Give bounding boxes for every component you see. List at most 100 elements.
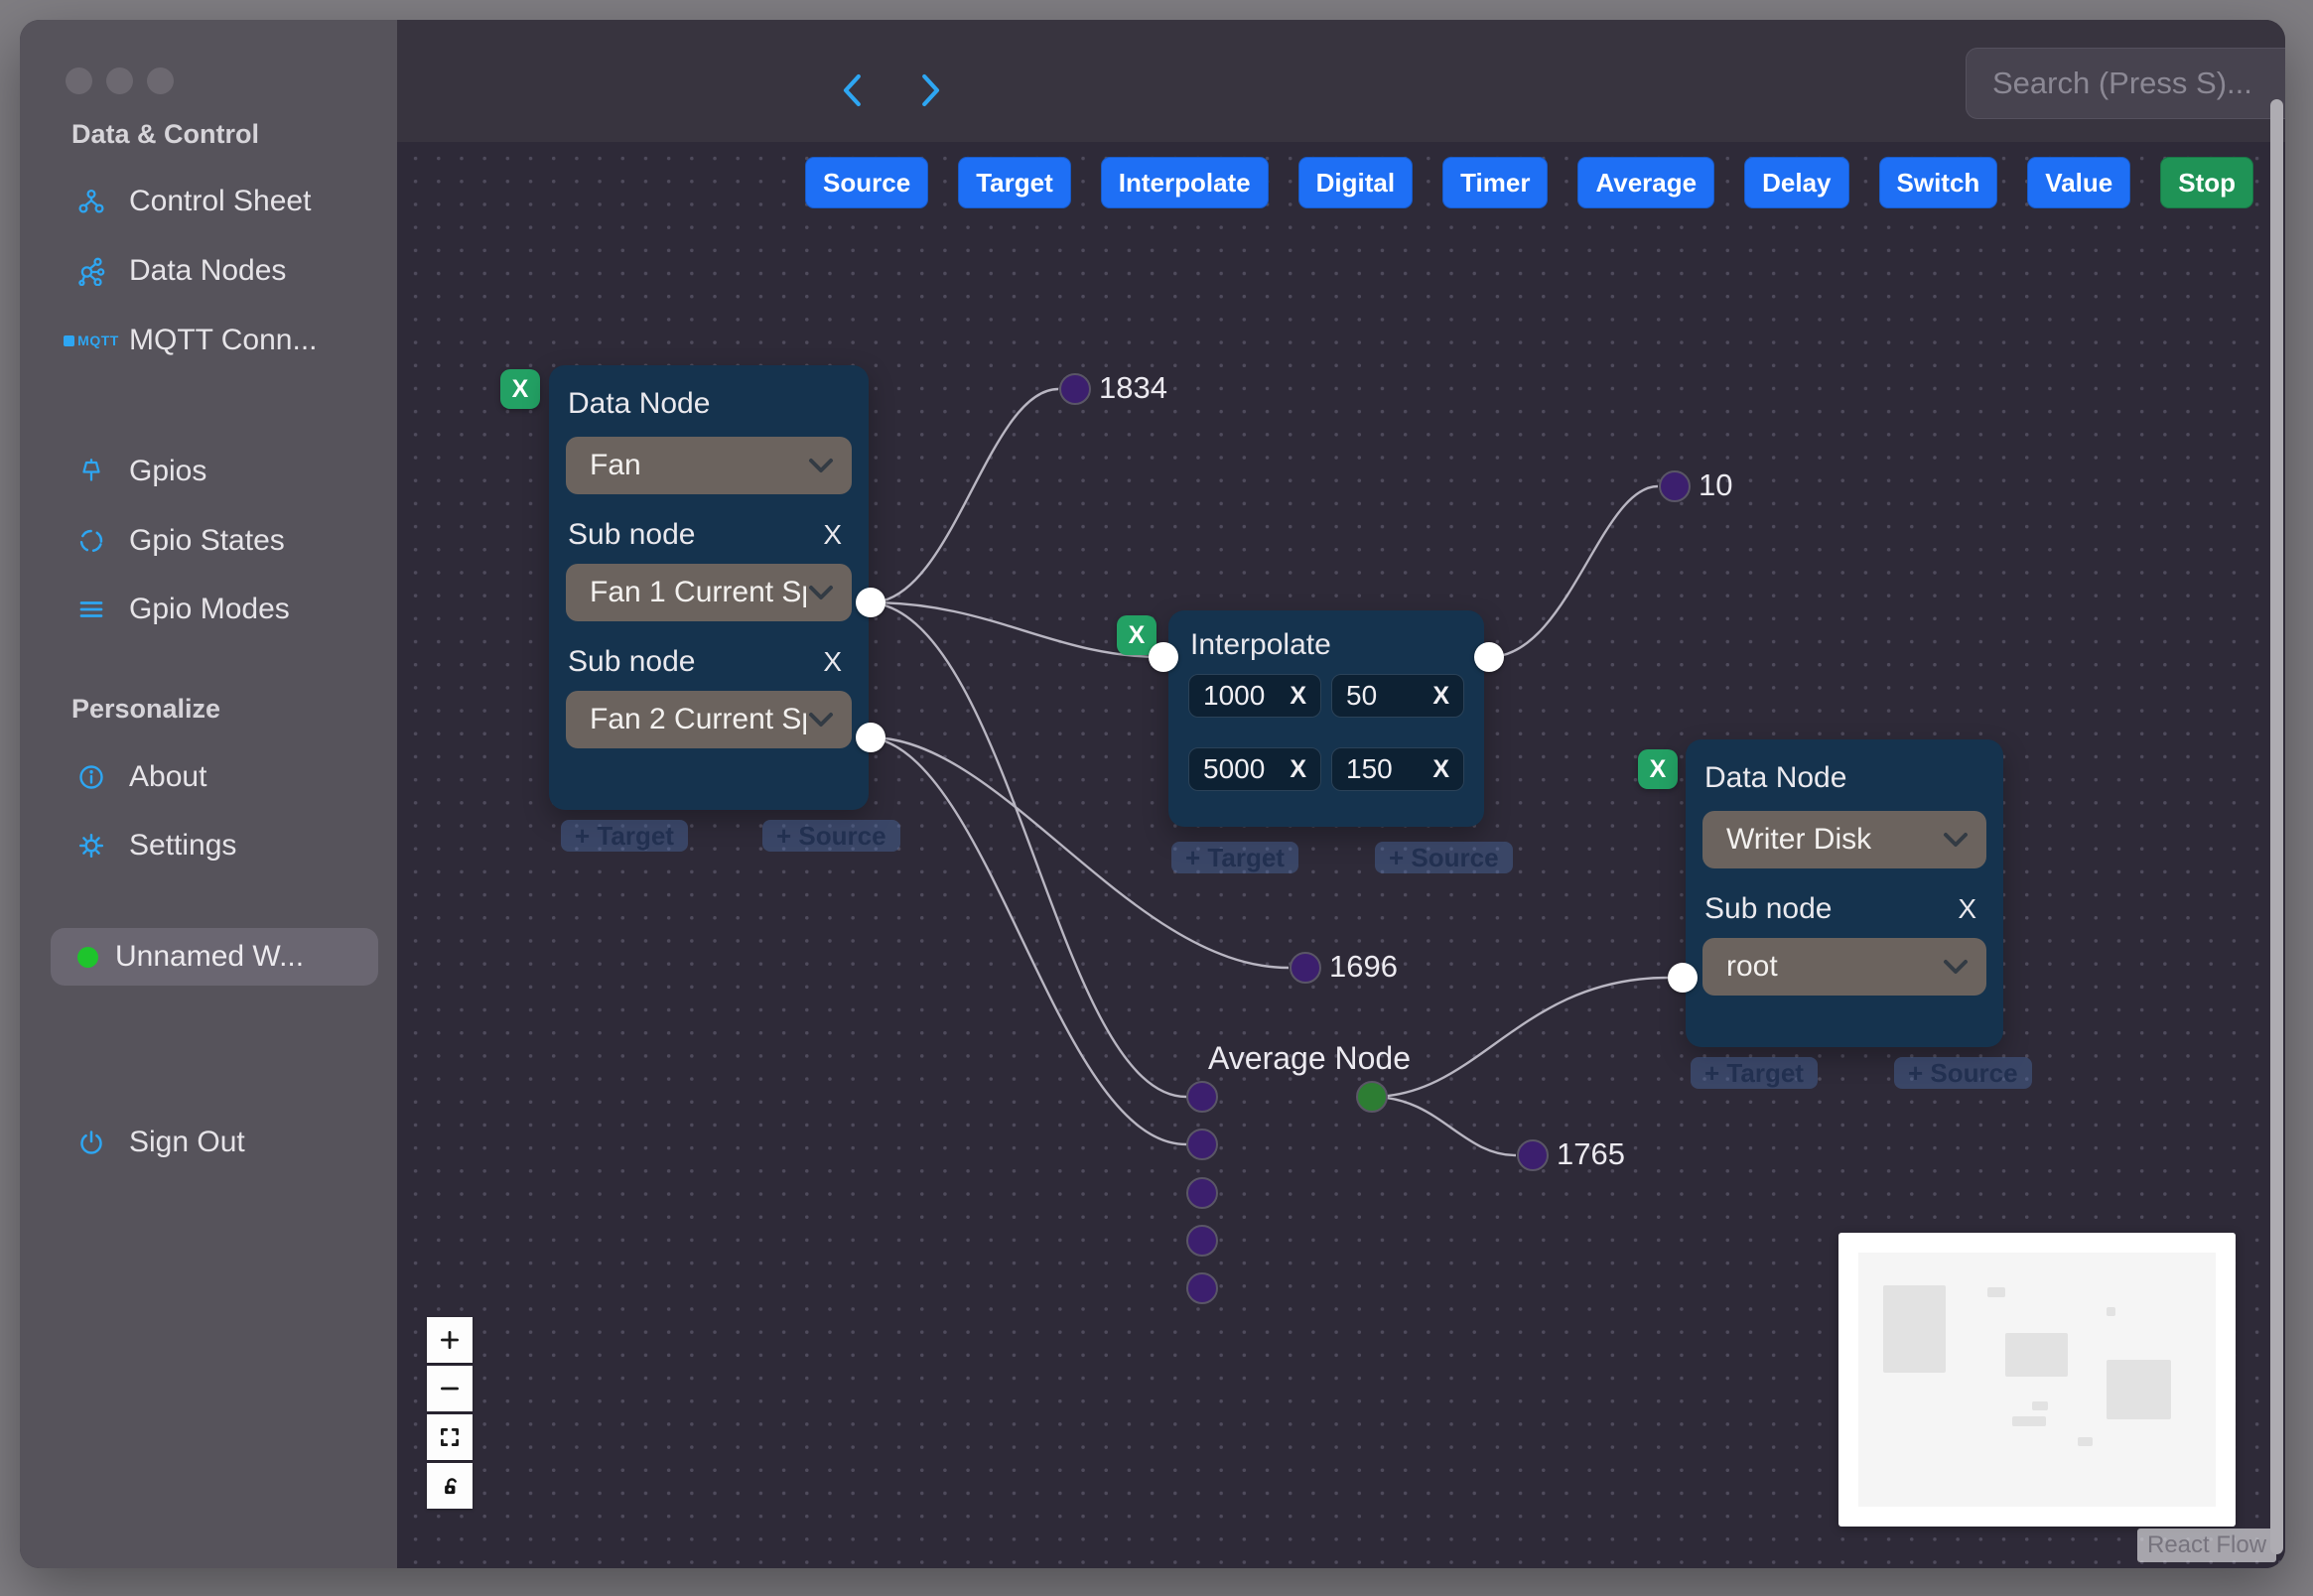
topbar xyxy=(397,20,2285,143)
add-delay-button[interactable]: Delay xyxy=(1744,157,1849,208)
sub-node-select[interactable]: Fan 2 Current Spe xyxy=(566,691,852,748)
remove-sub-node-button[interactable]: X xyxy=(1952,893,1982,925)
sidebar-item-gpio-modes[interactable]: Gpio Modes xyxy=(71,588,290,631)
sub-node-row: Sub node X xyxy=(568,518,848,552)
sidebar-item-mqtt[interactable]: MQTT MQTT Conn... xyxy=(64,319,318,362)
sidebar-item-gpio-states[interactable]: Gpio States xyxy=(71,519,285,563)
sidebar-item-label: Gpio Modes xyxy=(129,593,290,625)
sub-node-select[interactable]: Fan 1 Current Spe xyxy=(566,564,852,621)
interpolate-value[interactable]: 50 xyxy=(1346,680,1377,712)
average-input-handle[interactable] xyxy=(1186,1177,1218,1209)
delete-node-button[interactable]: X xyxy=(500,369,540,409)
value-node-handle[interactable] xyxy=(1059,373,1091,405)
delete-node-button[interactable]: X xyxy=(1638,749,1678,789)
add-source-handle-button[interactable]: + Source xyxy=(762,820,900,852)
device-select[interactable]: Fan xyxy=(566,437,852,494)
chevron-down-icon xyxy=(809,459,833,472)
workspace-status-dot xyxy=(77,946,98,968)
average-input-handle[interactable] xyxy=(1186,1225,1218,1257)
zoom-in-button[interactable] xyxy=(427,1317,473,1363)
sub-node-select[interactable]: root xyxy=(1702,938,1986,996)
sidebar-item-about[interactable]: About xyxy=(71,755,206,799)
interpolate-value[interactable]: 1000 xyxy=(1203,680,1265,712)
data-node-writer-disk[interactable]: Data Node Writer Disk Sub node X root xyxy=(1686,739,2003,1047)
plus-icon xyxy=(441,1331,459,1349)
source-handle[interactable] xyxy=(856,588,885,617)
dashed-circle-icon xyxy=(71,526,111,556)
workspace-label: Unnamed W... xyxy=(115,940,305,973)
interpolate-value-chip[interactable]: 1000 X xyxy=(1188,674,1321,718)
vertical-scrollbar[interactable] xyxy=(2270,99,2283,1554)
interpolate-value[interactable]: 150 xyxy=(1346,753,1393,785)
sidebar-item-label: MQTT Conn... xyxy=(129,324,318,356)
sidebar-section-header: Personalize xyxy=(71,694,221,724)
average-input-handle[interactable] xyxy=(1186,1272,1218,1304)
close-window-button[interactable] xyxy=(66,67,92,94)
chevron-left-icon xyxy=(843,73,861,107)
chevron-down-icon xyxy=(1944,960,1968,974)
forward-button[interactable] xyxy=(916,71,946,109)
remove-value-button[interactable]: X xyxy=(1290,682,1306,711)
sidebar-item-gpios[interactable]: Gpios xyxy=(71,450,206,493)
remove-value-button[interactable]: X xyxy=(1432,755,1449,784)
zoom-out-button[interactable] xyxy=(427,1366,473,1411)
lock-button[interactable] xyxy=(427,1463,473,1509)
sidebar-item-label: Data Nodes xyxy=(129,254,287,287)
power-icon xyxy=(71,1128,111,1157)
chevron-down-icon xyxy=(809,713,833,727)
sidebar-item-control-sheet[interactable]: Control Sheet xyxy=(71,180,311,223)
average-input-handle[interactable] xyxy=(1186,1129,1218,1160)
sidebar-item-data-nodes[interactable]: Data Nodes xyxy=(71,249,286,293)
sidebar-item-label: Gpios xyxy=(129,455,207,487)
source-handle[interactable] xyxy=(1474,642,1504,672)
interpolate-node[interactable]: Interpolate 1000 X 50 X 5000 X 150 X xyxy=(1168,610,1484,827)
add-interpolate-button[interactable]: Interpolate xyxy=(1100,157,1269,208)
interpolate-row: 5000 X 150 X xyxy=(1188,747,1464,791)
remove-sub-node-button[interactable]: X xyxy=(817,646,848,678)
sidebar-item-workspace[interactable]: Unnamed W... xyxy=(51,928,378,986)
node-title: Data Node xyxy=(1704,761,1847,794)
maximize-window-button[interactable] xyxy=(147,67,174,94)
interpolate-value-chip[interactable]: 5000 X xyxy=(1188,747,1321,791)
source-handle[interactable] xyxy=(856,723,885,752)
add-source-button[interactable]: Source xyxy=(805,157,929,208)
value-node-handle[interactable] xyxy=(1517,1139,1549,1171)
add-timer-button[interactable]: Timer xyxy=(1442,157,1549,208)
interpolate-value-chip[interactable]: 50 X xyxy=(1331,674,1464,718)
add-average-button[interactable]: Average xyxy=(1577,157,1715,208)
add-source-handle-button[interactable]: + Source xyxy=(1894,1057,2032,1089)
add-digital-button[interactable]: Digital xyxy=(1297,157,1414,208)
sidebar-item-settings[interactable]: Settings xyxy=(71,824,236,867)
fit-view-button[interactable] xyxy=(427,1414,473,1460)
average-input-handle[interactable] xyxy=(1186,1081,1218,1113)
target-handle[interactable] xyxy=(1668,963,1698,993)
sub-node-row: Sub node X xyxy=(568,645,848,679)
remove-value-button[interactable]: X xyxy=(1290,755,1306,784)
value-node-handle[interactable] xyxy=(1659,470,1691,502)
device-select[interactable]: Writer Disk xyxy=(1702,811,1986,868)
average-output-handle[interactable] xyxy=(1356,1081,1388,1113)
add-switch-button[interactable]: Switch xyxy=(1878,157,1998,208)
minimap-node xyxy=(2032,1401,2048,1410)
minimize-window-button[interactable] xyxy=(106,67,133,94)
remove-sub-node-button[interactable]: X xyxy=(817,519,848,551)
remove-value-button[interactable]: X xyxy=(1432,682,1449,711)
value-node-handle[interactable] xyxy=(1290,952,1321,984)
sidebar-item-sign-out[interactable]: Sign Out xyxy=(71,1121,245,1164)
target-handle[interactable] xyxy=(1149,642,1178,672)
back-button[interactable] xyxy=(839,71,869,109)
data-node-fan[interactable]: Data Node Fan Sub node X Fan 1 Current S… xyxy=(549,365,869,810)
stop-button[interactable]: Stop xyxy=(2160,157,2253,208)
add-target-button[interactable]: Target xyxy=(958,157,1071,208)
add-target-handle-button[interactable]: + Target xyxy=(1171,842,1298,873)
add-source-handle-button[interactable]: + Source xyxy=(1375,842,1513,873)
interpolate-value[interactable]: 5000 xyxy=(1203,753,1265,785)
add-target-handle-button[interactable]: + Target xyxy=(1691,1057,1818,1089)
add-value-button[interactable]: Value xyxy=(2027,157,2131,208)
react-flow-attribution[interactable]: React Flow xyxy=(2137,1529,2277,1562)
search-input[interactable] xyxy=(1966,48,2285,119)
minimap[interactable] xyxy=(1838,1233,2236,1527)
minimap-node xyxy=(2107,1360,2171,1419)
add-target-handle-button[interactable]: + Target xyxy=(561,820,688,852)
interpolate-value-chip[interactable]: 150 X xyxy=(1331,747,1464,791)
